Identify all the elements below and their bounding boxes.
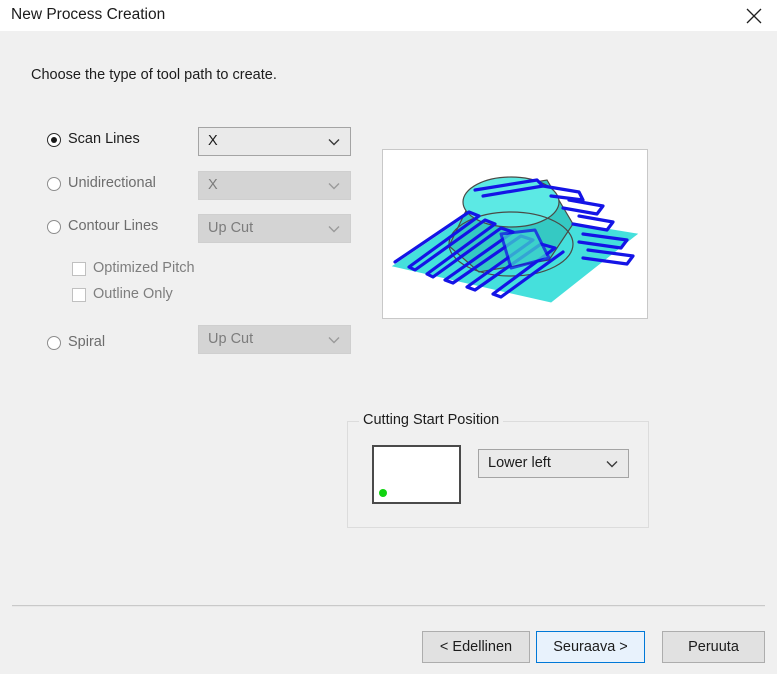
instruction-text: Choose the type of tool path to create. (31, 67, 277, 83)
chevron-down-icon (328, 336, 340, 344)
window-title: New Process Creation (11, 6, 166, 23)
chevron-down-icon (328, 225, 340, 233)
radio-label-spiral: Spiral (68, 334, 106, 350)
radio-label-unidirectional: Unidirectional (68, 175, 156, 191)
cancel-button[interactable]: Peruuta (662, 631, 765, 663)
cutting-start-position-preview (372, 445, 461, 504)
checkbox-outline-only[interactable] (72, 288, 86, 302)
radio-label-scan-lines: Scan Lines (68, 131, 140, 147)
radio-label-contour-lines: Contour Lines (68, 218, 159, 234)
combo-contour-direction: Up Cut (198, 214, 351, 243)
chevron-down-icon (606, 460, 618, 468)
combo-scan-lines-axis-value: X (208, 133, 218, 149)
chevron-down-icon (328, 138, 340, 146)
close-button[interactable] (731, 0, 777, 31)
close-icon (746, 8, 762, 24)
window-title-bar: New Process Creation (0, 0, 777, 31)
chevron-down-icon (328, 182, 340, 190)
tool-path-preview-image (391, 176, 639, 303)
combo-spiral-direction: Up Cut (198, 325, 351, 354)
cutting-start-position-legend: Cutting Start Position (359, 412, 504, 428)
combo-scan-lines-axis[interactable]: X (198, 127, 351, 156)
checkbox-optimized-pitch[interactable] (72, 262, 86, 276)
footer-separator (12, 605, 765, 607)
radio-spiral[interactable] (47, 336, 61, 350)
radio-unidirectional[interactable] (47, 177, 61, 191)
combo-spiral-direction-value: Up Cut (208, 331, 254, 347)
checkbox-label-outline-only: Outline Only (93, 286, 173, 302)
checkbox-label-optimized-pitch: Optimized Pitch (93, 260, 195, 276)
radio-scan-lines[interactable] (47, 133, 61, 147)
combo-contour-direction-value: Up Cut (208, 220, 254, 236)
cutting-start-position-group: Cutting Start Position Lower left (347, 412, 649, 528)
start-position-dot (379, 489, 387, 497)
combo-cutting-start-position-value: Lower left (488, 455, 551, 471)
combo-cutting-start-position[interactable]: Lower left (478, 449, 629, 478)
radio-contour-lines[interactable] (47, 220, 61, 234)
tool-path-preview-panel (382, 149, 648, 319)
back-button[interactable]: < Edellinen (422, 631, 530, 663)
combo-unidirectional-axis: X (198, 171, 351, 200)
dialog-client-area: Choose the type of tool path to create. … (0, 31, 777, 674)
combo-unidirectional-axis-value: X (208, 177, 218, 193)
next-button[interactable]: Seuraava > (536, 631, 645, 663)
